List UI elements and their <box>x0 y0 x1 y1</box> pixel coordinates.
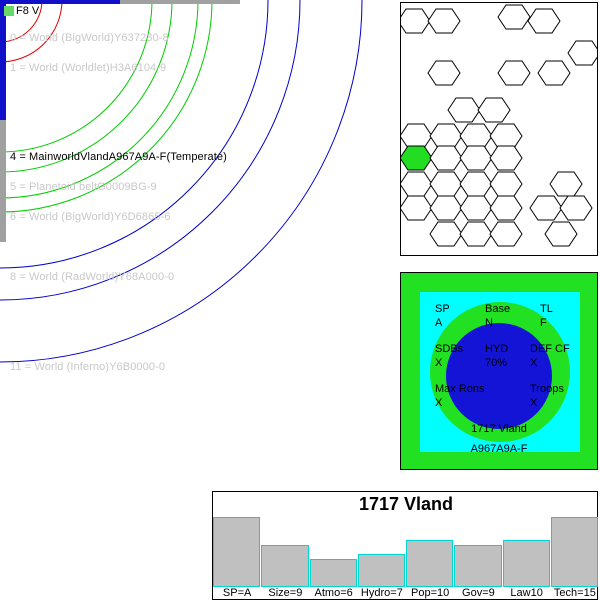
side-bar-gray <box>0 120 6 242</box>
hex-cell[interactable] <box>489 123 523 149</box>
hex-cell[interactable] <box>429 171 463 197</box>
wc-sp-label: SP <box>435 303 450 315</box>
wc-tl-value: F <box>540 317 547 329</box>
hex-cell[interactable] <box>489 195 523 221</box>
hex-cell[interactable] <box>447 97 481 123</box>
hex-cell[interactable] <box>489 171 523 197</box>
hex-cell[interactable] <box>529 195 563 221</box>
wc-def-value: X <box>530 357 538 369</box>
hex-cell[interactable] <box>567 40 598 66</box>
wc-sdbs-value: X <box>435 357 443 369</box>
bar-4 <box>406 540 454 587</box>
wc-sp-value: A <box>435 317 443 329</box>
orbit-label-6[interactable]: 11 = World (Inferno)Y6B0000-0 <box>10 361 165 373</box>
bar-label-2: Atmo=6 <box>314 587 353 599</box>
hex-cell[interactable] <box>497 60 531 86</box>
orbit-label-1[interactable]: 1 = World (Worldlet)H3A6104-9 <box>10 62 166 74</box>
side-bar-blue <box>0 4 6 120</box>
hex-cell[interactable] <box>401 195 433 221</box>
hex-cell-selected[interactable] <box>401 145 433 171</box>
bar-label-3: Hydro=7 <box>360 587 403 599</box>
hex-cell[interactable] <box>459 123 493 149</box>
hex-cell[interactable] <box>429 145 463 171</box>
orbit-ring-3 <box>0 0 173 173</box>
orbit-label-4[interactable]: 6 = World (BigWorld)Y6D6865-6 <box>10 211 171 223</box>
wc-maxrons-label: Max Rons <box>435 383 485 395</box>
orbit-label-0[interactable]: 0 = World (BigWorld)Y637230-8 <box>10 32 169 44</box>
bar-0 <box>213 517 261 587</box>
hex-cell[interactable] <box>544 221 578 247</box>
wc-troops-value: X <box>530 397 538 409</box>
hex-cell[interactable] <box>489 221 523 247</box>
hex-cell[interactable] <box>401 171 433 197</box>
bar-2 <box>309 559 357 587</box>
hex-cell[interactable] <box>559 195 593 221</box>
hex-cell[interactable] <box>459 145 493 171</box>
bar-label-0: SP=A <box>222 587 252 599</box>
bar-label-5: Gov=9 <box>462 587 495 599</box>
uwp-bar-chart: 1717 Vland SP=A Size=9 Atmo=6 Hydro=7 Pop=10… <box>212 491 598 600</box>
hex-cell[interactable] <box>401 123 433 149</box>
bar-area: SP=A Size=9 Atmo=6 Hydro=7 Pop=10 Gov=9 Law10 T… <box>213 492 599 600</box>
hex-cell[interactable] <box>497 4 531 30</box>
orbit-ring-2 <box>0 0 153 153</box>
star-swatch <box>4 6 14 16</box>
hex-cell[interactable] <box>459 195 493 221</box>
orbit-label-mainworld[interactable]: 4 = MainworldVlandA967A9A-F(Temperate) <box>10 151 227 163</box>
bar-3 <box>357 554 405 587</box>
wc-sdbs-label: SDBs <box>435 343 464 355</box>
bar-label-1: Size=9 <box>268 587 303 599</box>
hex-cell[interactable] <box>477 97 511 123</box>
wc-hyd-value: 70% <box>485 357 508 369</box>
wc-hyd-label: HYD <box>485 343 509 355</box>
hex-cell[interactable] <box>549 171 583 197</box>
bar-1 <box>261 545 309 587</box>
star-label: F8 V <box>16 5 40 17</box>
orbit-label-5[interactable]: 8 = World (RadWorld)Y68A000-0 <box>10 271 174 283</box>
wc-def-label: DEF CF <box>530 343 570 355</box>
hex-cell[interactable] <box>527 8 561 34</box>
wc-base-label: Base <box>485 303 511 315</box>
hex-grid <box>401 4 598 247</box>
top-strip-gray <box>120 0 240 4</box>
hex-cell[interactable] <box>459 221 493 247</box>
wc-world-name: 1717 Vland <box>471 423 527 435</box>
hex-cell[interactable] <box>429 123 463 149</box>
orbit-label-3[interactable]: 5 = Planetoid beltG0009BG-9 <box>10 181 157 193</box>
bar-label-6: Law10 <box>510 587 543 599</box>
top-strip-blue <box>0 0 120 4</box>
hex-cell[interactable] <box>537 60 571 86</box>
world-hydro-core <box>446 323 552 429</box>
hex-cell[interactable] <box>427 60 461 86</box>
bar-6 <box>502 540 550 587</box>
hex-cell[interactable] <box>489 145 523 171</box>
hex-map[interactable] <box>400 2 598 256</box>
hex-cell[interactable] <box>459 171 493 197</box>
wc-tl-label: TL <box>540 303 553 315</box>
world-card: SP A Base N TL F SDBs X HYD 70% DEF CF X… <box>400 272 598 470</box>
wc-base-value: N <box>485 317 493 329</box>
hex-cell[interactable] <box>429 221 463 247</box>
bar-label-4: Pop=10 <box>411 587 450 599</box>
wc-world-uwp: A967A9A-F <box>470 443 528 455</box>
bar-label-7: Tech=15 <box>553 587 596 599</box>
hex-cell[interactable] <box>429 195 463 221</box>
hex-cell[interactable] <box>401 8 431 34</box>
wc-maxrons-value: X <box>435 397 443 409</box>
wc-troops-label: Troops <box>530 383 564 395</box>
hex-cell[interactable] <box>427 8 461 34</box>
system-view: F8 V 0 = World (BigWorld)Y637230-8 1 = W… <box>0 0 600 600</box>
bar-5 <box>454 545 502 587</box>
bar-7 <box>550 517 598 587</box>
